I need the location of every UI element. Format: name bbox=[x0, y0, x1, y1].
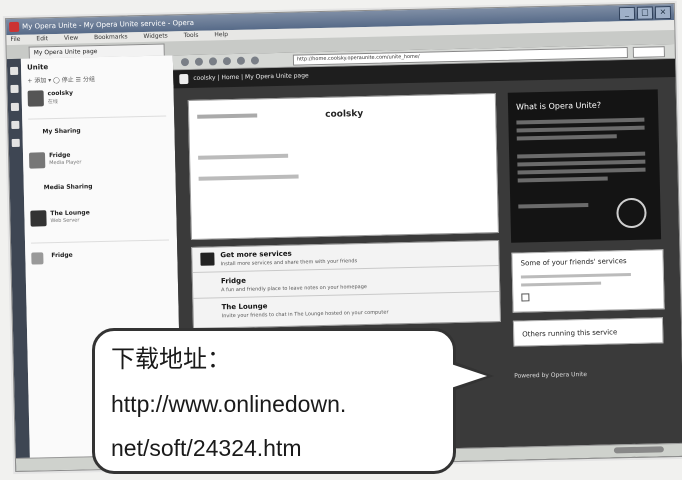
bookmarks-icon[interactable] bbox=[10, 66, 19, 76]
menu-tools[interactable]: Tools bbox=[184, 32, 199, 39]
text-line bbox=[521, 281, 602, 287]
unite-logo-icon bbox=[179, 73, 189, 85]
home-button-icon[interactable] bbox=[250, 56, 260, 65]
zoom-slider[interactable] bbox=[613, 446, 664, 454]
friends-services-box: Some of your friends' services bbox=[511, 249, 665, 313]
callout-url-line1: http://www.onlinedown. bbox=[111, 391, 347, 417]
callout-title: 下载地址： bbox=[111, 345, 231, 373]
unite-item-media-sharing[interactable]: Media Sharing bbox=[30, 179, 169, 206]
powered-by: Powered by Opera Unite bbox=[514, 371, 588, 380]
unite-item-the-lounge[interactable]: The Lounge Web Server bbox=[30, 205, 169, 232]
owner-name: coolsky bbox=[325, 109, 364, 120]
text-line bbox=[197, 113, 258, 119]
rewind-icon[interactable] bbox=[208, 57, 218, 66]
friends-title: Some of your friends' services bbox=[520, 257, 627, 268]
add-panel-icon[interactable] bbox=[11, 138, 20, 148]
breadcrumb-current: My Opera Unite page bbox=[244, 72, 309, 81]
what-is-title: What is Opera Unite? bbox=[515, 100, 602, 112]
services-list: Get more services Install more services … bbox=[191, 239, 501, 329]
back-icon[interactable] bbox=[180, 57, 190, 67]
divider bbox=[28, 115, 167, 120]
download-callout: 下载地址： http://www.onlinedown. net/soft/24… bbox=[92, 328, 456, 474]
unite-item-my-sharing[interactable]: My Sharing bbox=[28, 124, 167, 151]
lounge-icon bbox=[30, 210, 47, 227]
fast-forward-icon[interactable] bbox=[222, 57, 232, 66]
opera-icon bbox=[9, 21, 20, 33]
breadcrumb-owner[interactable]: coolsky bbox=[193, 74, 215, 82]
divider bbox=[31, 239, 170, 244]
text-line bbox=[198, 153, 289, 160]
menu-file[interactable]: File bbox=[10, 36, 20, 43]
service-icon bbox=[31, 252, 44, 265]
unite-item-fridge[interactable]: Fridge Media Player bbox=[28, 147, 168, 174]
text-line bbox=[517, 151, 646, 159]
menu-help[interactable]: Help bbox=[214, 31, 228, 38]
menu-edit[interactable]: Edit bbox=[36, 35, 48, 42]
friends-checkbox[interactable] bbox=[521, 293, 530, 302]
window-controls: _ □ × bbox=[618, 6, 672, 21]
window-title: My Opera Unite - My Opera Unite service … bbox=[22, 18, 195, 31]
notes-icon[interactable] bbox=[10, 84, 19, 94]
text-line bbox=[516, 117, 645, 125]
close-button[interactable]: × bbox=[654, 6, 672, 20]
text-line bbox=[517, 159, 646, 167]
unite-panel-title: Unite bbox=[26, 63, 49, 72]
menu-widgets[interactable]: Widgets bbox=[143, 32, 167, 40]
text-line bbox=[516, 134, 617, 141]
reload-icon[interactable] bbox=[236, 56, 246, 65]
fridge-icon bbox=[28, 152, 46, 169]
forward-icon[interactable] bbox=[194, 57, 204, 66]
others-running-link[interactable]: Others running this service bbox=[512, 317, 664, 347]
unite-swirl-icon bbox=[616, 197, 647, 229]
text-line bbox=[516, 125, 645, 133]
callout-tail-fill bbox=[451, 364, 487, 388]
unite-icon[interactable] bbox=[10, 102, 20, 112]
minimize-button[interactable]: _ bbox=[618, 6, 636, 21]
menu-bookmarks[interactable]: Bookmarks bbox=[94, 33, 128, 41]
services-icon bbox=[200, 252, 215, 266]
menu-view[interactable]: View bbox=[64, 34, 78, 41]
text-line bbox=[517, 167, 646, 175]
what-is-unite-box: What is Opera Unite? bbox=[507, 89, 662, 243]
text-line bbox=[520, 273, 631, 279]
history-icon[interactable] bbox=[11, 120, 20, 130]
owner-card: coolsky bbox=[187, 93, 499, 240]
home-icon bbox=[27, 90, 44, 107]
unite-item-fridge-2[interactable]: Fridge bbox=[31, 247, 170, 274]
breadcrumb-home[interactable]: Home bbox=[221, 74, 239, 81]
search-field[interactable] bbox=[632, 46, 665, 58]
callout-url-line2: net/soft/24324.htm bbox=[111, 435, 302, 461]
text-line bbox=[517, 176, 608, 183]
text-line bbox=[518, 202, 589, 209]
text-line bbox=[198, 174, 299, 181]
unite-panel-toolbar[interactable]: + 添加 ▾ ◯ 停止 ☰ 分组 bbox=[27, 74, 95, 85]
maximize-button[interactable]: □ bbox=[636, 6, 654, 20]
unite-item-coolsky[interactable]: coolsky 在线 bbox=[27, 86, 167, 113]
